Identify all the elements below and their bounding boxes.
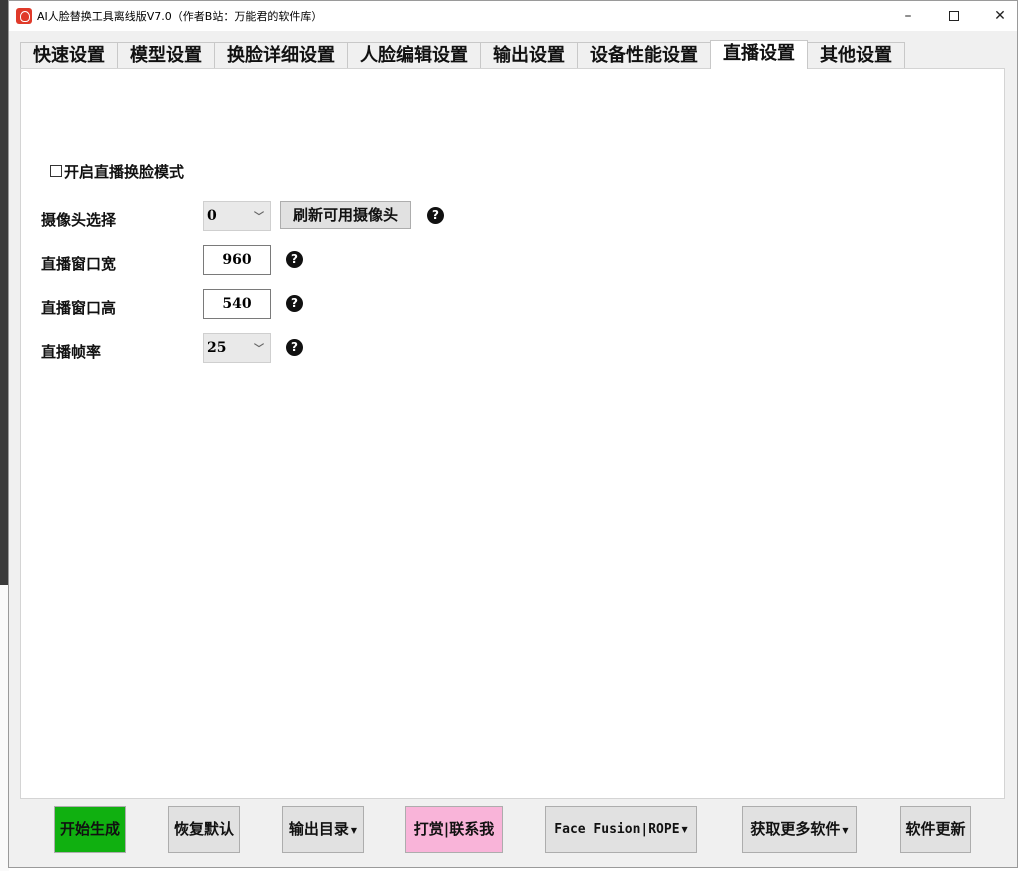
refresh-cameras-button[interactable]: 刷新可用摄像头 (280, 201, 411, 229)
live-width-label: 直播窗口宽 (41, 255, 117, 273)
help-icon[interactable]: ? (286, 251, 303, 268)
live-fps-value: 25 (207, 340, 227, 356)
face-fusion-rope-label: Face Fusion|ROPE (554, 822, 680, 837)
live-fps-select[interactable]: 25 ﹀ (203, 333, 271, 363)
maximize-button[interactable] (931, 1, 977, 31)
tab-model-settings[interactable]: 模型设置 (117, 42, 215, 69)
caret-down-icon: ▼ (350, 825, 358, 835)
restore-defaults-button[interactable]: 恢复默认 (168, 806, 240, 853)
caret-down-icon: ▼ (681, 825, 688, 834)
more-software-label: 获取更多软件 (750, 820, 841, 838)
camera-select[interactable]: 0 ﹀ (203, 201, 271, 231)
tab-live-settings[interactable]: 直播设置 (710, 40, 808, 69)
help-icon[interactable]: ? (286, 339, 303, 356)
live-fps-label: 直播帧率 (41, 343, 102, 361)
desktop-background-right (1017, 0, 1024, 871)
minimize-button[interactable]: – (885, 1, 931, 31)
face-fusion-rope-button[interactable]: Face Fusion|ROPE ▼ (545, 806, 697, 853)
tab-device-performance[interactable]: 设备性能设置 (577, 42, 711, 69)
tab-quick-settings[interactable]: 快速设置 (20, 42, 118, 69)
camera-select-value: 0 (207, 208, 217, 224)
donate-contact-button[interactable]: 打赏|联系我 (405, 806, 503, 853)
tab-face-swap-details[interactable]: 换脸详细设置 (214, 42, 348, 69)
live-height-label: 直播窗口高 (41, 299, 117, 317)
enable-live-checkbox[interactable] (50, 165, 62, 177)
live-settings-panel: 开启直播换脸模式 摄像头选择 0 ﹀ 刷新可用摄像头 ? 直播窗口宽 960 ?… (20, 68, 1005, 799)
live-height-input[interactable]: 540 (203, 289, 271, 319)
window-title: AI人脸替换工具离线版V7.0（作者B站：万能君的软件库） (37, 10, 323, 23)
help-icon[interactable]: ? (286, 295, 303, 312)
close-button[interactable]: ✕ (977, 1, 1023, 31)
caret-down-icon: ▼ (842, 825, 849, 835)
tab-output-settings[interactable]: 输出设置 (480, 42, 578, 69)
enable-live-label[interactable]: 开启直播换脸模式 (64, 161, 184, 182)
more-software-button[interactable]: 获取更多软件 ▼ (742, 806, 857, 853)
maximize-icon (949, 11, 959, 21)
software-update-button[interactable]: 软件更新 (900, 806, 971, 853)
settings-tabs: 快速设置 模型设置 换脸详细设置 人脸编辑设置 输出设置 设备性能设置 直播设置… (20, 40, 905, 69)
live-width-input[interactable]: 960 (203, 245, 271, 275)
help-icon[interactable]: ? (427, 207, 444, 224)
app-window: AI人脸替换工具离线版V7.0（作者B站：万能君的软件库） – ✕ 快速设置 模… (8, 0, 1018, 868)
output-directory-label: 输出目录 (288, 820, 349, 838)
start-generate-button[interactable]: 开始生成 (54, 806, 126, 853)
tab-other-settings[interactable]: 其他设置 (807, 42, 905, 69)
output-directory-button[interactable]: 输出目录 ▼ (282, 806, 364, 853)
chevron-down-icon: ﹀ (254, 344, 264, 355)
tab-face-edit-settings[interactable]: 人脸编辑设置 (347, 42, 481, 69)
app-logo-icon (16, 8, 32, 24)
camera-select-label: 摄像头选择 (41, 211, 117, 229)
title-bar[interactable]: AI人脸替换工具离线版V7.0（作者B站：万能君的软件库） – ✕ (9, 1, 1017, 31)
chevron-down-icon: ﹀ (254, 212, 264, 223)
